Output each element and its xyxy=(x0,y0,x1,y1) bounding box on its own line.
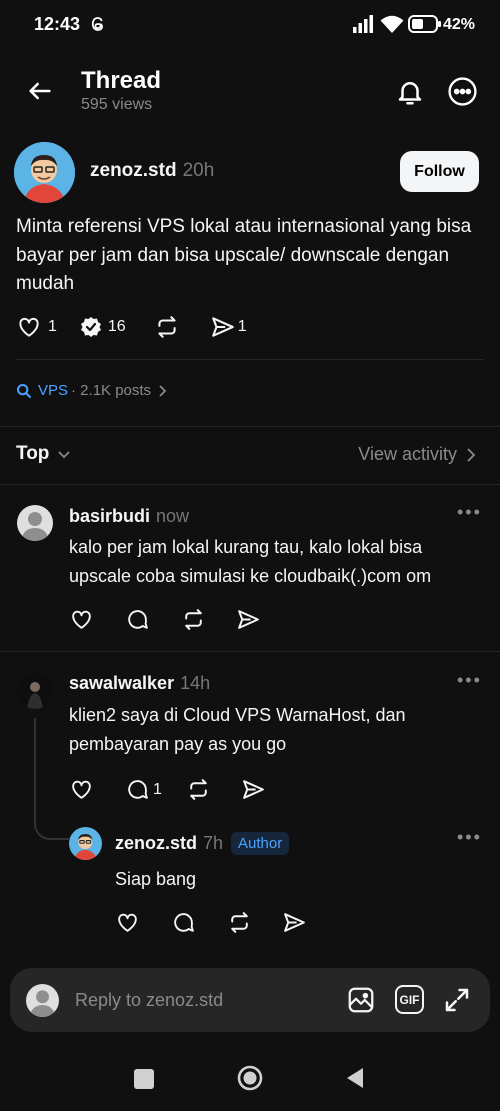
heart-icon[interactable] xyxy=(16,314,42,340)
post-text: Minta referensi VPS lokal atau internasi… xyxy=(16,216,472,294)
reply-input[interactable]: Reply to zenoz.std xyxy=(75,990,223,1011)
page-title: Thread xyxy=(81,67,162,94)
image-icon[interactable] xyxy=(346,985,376,1015)
topic-posts: · 2.1K posts xyxy=(71,382,152,399)
view-activity-label: View activity xyxy=(358,444,457,464)
reply-verified-icon[interactable] xyxy=(79,315,103,339)
repost-icon[interactable] xyxy=(227,910,252,935)
divider xyxy=(0,651,500,652)
share-icon[interactable] xyxy=(236,607,261,632)
comment-icon[interactable] xyxy=(125,607,150,632)
more-icon[interactable]: ••• xyxy=(457,670,482,691)
repost-icon[interactable] xyxy=(186,777,211,802)
view-count[interactable]: 595 views xyxy=(81,96,152,114)
more-icon[interactable]: ••• xyxy=(457,502,482,523)
divider xyxy=(16,359,484,360)
comment-text: kalo per jam lokal kurang tau, kalo loka… xyxy=(69,537,432,586)
comment-icon[interactable] xyxy=(125,777,150,802)
share-icon[interactable] xyxy=(241,777,266,802)
avatar[interactable] xyxy=(17,673,53,709)
heart-icon[interactable] xyxy=(115,910,140,935)
comment-username[interactable]: basirbudi xyxy=(69,506,150,527)
gif-button[interactable]: GIF xyxy=(395,985,424,1014)
sort-label: Top xyxy=(16,443,50,464)
heart-icon[interactable] xyxy=(69,607,94,632)
reply-composer[interactable]: Reply to zenoz.std GIF xyxy=(10,968,490,1032)
battery-percent: 42% xyxy=(443,16,476,33)
more-icon[interactable]: ••• xyxy=(457,827,482,848)
sort-dropdown[interactable]: Top xyxy=(16,443,71,465)
chevron-right-icon xyxy=(466,447,476,463)
back-button[interactable] xyxy=(345,1067,365,1089)
system-nav-bar xyxy=(0,1050,500,1111)
gif-label: GIF xyxy=(399,992,420,1007)
reply-text: Siap bang xyxy=(115,869,197,889)
chevron-right-icon xyxy=(157,384,169,398)
comment-actions xyxy=(69,607,261,632)
heart-icon[interactable] xyxy=(69,777,94,802)
avatar xyxy=(26,984,59,1017)
repost-icon[interactable] xyxy=(181,607,206,632)
follow-button[interactable]: Follow xyxy=(400,151,479,192)
thread-line xyxy=(34,718,69,840)
back-arrow-icon[interactable] xyxy=(26,77,54,105)
comment-icon[interactable] xyxy=(171,910,196,935)
bell-icon[interactable] xyxy=(395,77,425,107)
post-time: 20h xyxy=(182,160,215,181)
chevron-down-icon xyxy=(57,449,71,459)
divider xyxy=(0,484,500,485)
battery-icon xyxy=(408,14,442,34)
threads-logo-icon xyxy=(89,15,107,33)
status-bar: 12:43 42% xyxy=(0,0,500,50)
reply-count: 16 xyxy=(107,318,126,335)
comment-time: 14h xyxy=(180,673,211,693)
comment-username[interactable]: sawalwalker xyxy=(69,673,174,694)
like-count: 1 xyxy=(48,318,57,335)
comment-actions: 1 xyxy=(69,777,266,802)
home-button[interactable] xyxy=(236,1064,264,1092)
author-avatar[interactable] xyxy=(14,142,75,203)
search-icon xyxy=(16,383,32,399)
more-options-icon[interactable] xyxy=(447,76,478,107)
status-time: 12:43 xyxy=(34,14,81,34)
comment-text: klien2 saya di Cloud VPS WarnaHost, dan … xyxy=(69,705,406,754)
share-icon[interactable] xyxy=(210,314,236,340)
author-badge: Author xyxy=(231,832,290,855)
post-username[interactable]: zenoz.std xyxy=(90,160,177,182)
post-actions: 1 16 1 xyxy=(16,314,247,340)
reply-time: 7h xyxy=(203,833,224,853)
view-activity-link[interactable]: View activity xyxy=(358,444,476,465)
reply-author-avatar[interactable] xyxy=(69,827,102,860)
share-icon[interactable] xyxy=(282,910,307,935)
comment-time: now xyxy=(156,506,190,526)
topic-tag: VPS xyxy=(38,382,69,399)
divider xyxy=(0,426,500,427)
topic-chip[interactable]: VPS · 2.1K posts xyxy=(16,382,169,399)
signal-icon xyxy=(353,15,375,33)
post-header: zenoz.std 20h xyxy=(90,160,214,182)
reply-username[interactable]: zenoz.std xyxy=(115,833,197,854)
comment-header: sawalwalker 14h xyxy=(69,673,210,694)
wifi-icon xyxy=(380,14,404,34)
avatar[interactable] xyxy=(17,505,53,541)
reply-header: zenoz.std 7h Author xyxy=(115,832,290,855)
comment-reply-count: 1 xyxy=(153,780,162,798)
expand-icon[interactable] xyxy=(442,985,472,1015)
reply-actions xyxy=(115,910,307,935)
share-count: 1 xyxy=(237,318,247,335)
repost-icon[interactable] xyxy=(154,314,180,340)
recents-button[interactable] xyxy=(134,1069,154,1089)
comment-header: basirbudi now xyxy=(69,506,189,527)
